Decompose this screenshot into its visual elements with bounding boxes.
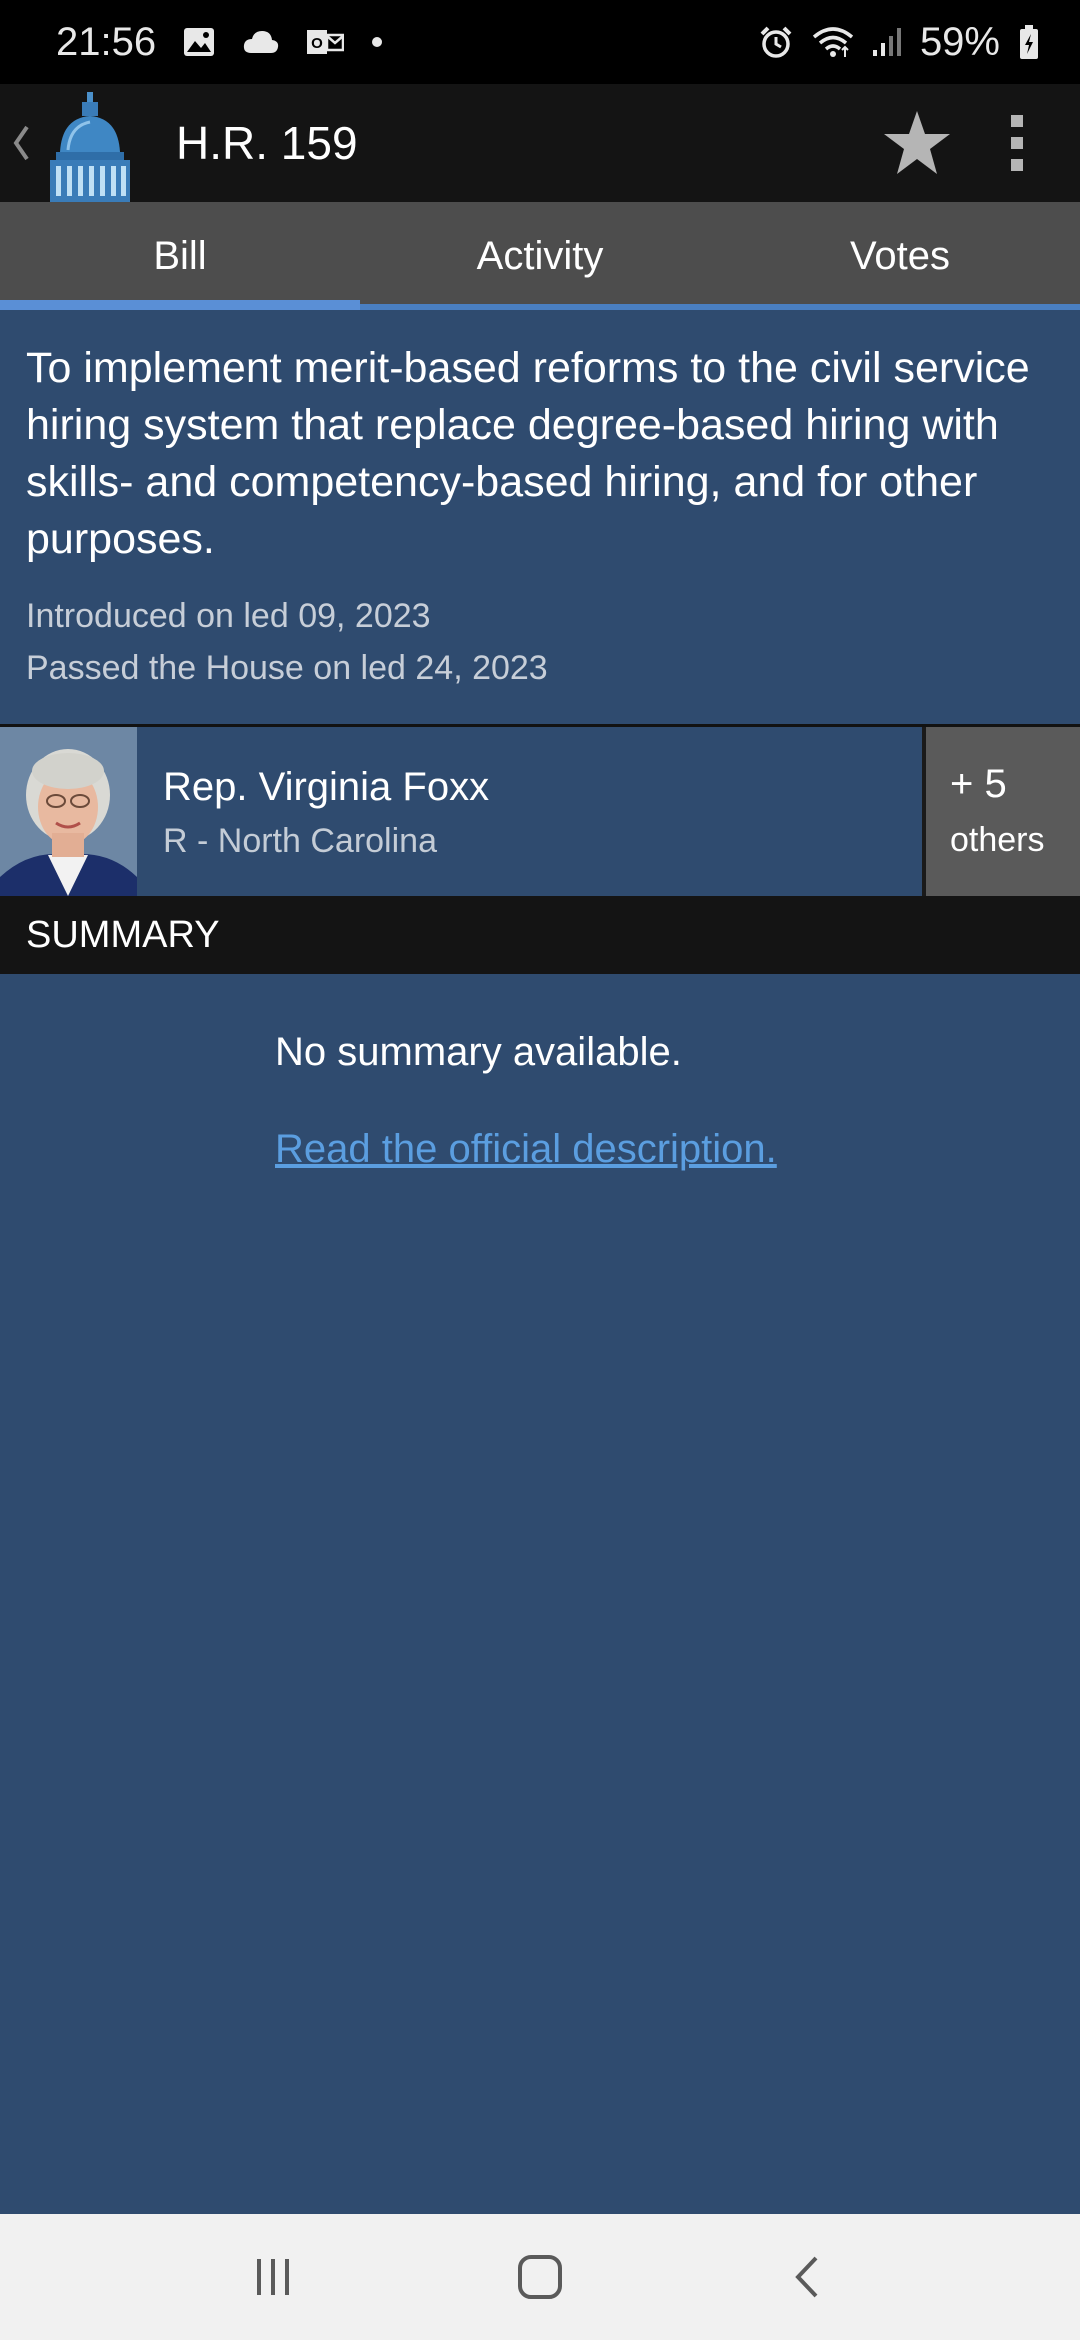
image-icon [182,25,216,59]
tab-label: Votes [849,233,951,278]
sponsor-party-state: R - North Carolina [163,821,437,860]
cosponsors-label: others [950,820,1045,859]
summary-header: SUMMARY [0,896,1080,974]
introduced-date: Introduced on led 09, 2023 [26,597,431,635]
app-title: H.R. 159 [176,117,358,169]
dot-icon [370,35,384,49]
summary-body: No summary available. Read the official … [275,1030,1055,1172]
capitol-logo-icon[interactable] [36,84,144,202]
tab-activity[interactable]: Activity [360,202,720,310]
app-bar: H.R. 159 [0,84,1080,202]
tab-label: Activity [476,233,604,278]
sponsor-avatar[interactable] [0,727,137,896]
battery-charging-icon [1018,24,1040,60]
tab-bill[interactable]: Bill [0,202,360,310]
tab-active-indicator [0,300,360,310]
system-nav-bar [0,2214,1080,2340]
recents-icon[interactable] [213,2227,333,2327]
sponsor-row[interactable]: Rep. Virginia Foxx R - North Carolina + … [0,724,1080,896]
passed-date: Passed the House on led 24, 2023 [26,649,548,687]
tab-bar: Bill Activity Votes [0,202,1080,310]
svg-text:O: O [311,35,323,52]
more-vert-icon[interactable] [972,84,1062,202]
alarm-icon [758,24,794,60]
tab-votes[interactable]: Votes [720,202,1080,310]
home-icon[interactable] [480,2227,600,2327]
sponsor-name: Rep. Virginia Foxx [163,764,490,809]
wifi-icon [812,25,854,59]
bill-info: To implement merit-based reforms to the … [0,310,1080,724]
star-icon[interactable] [862,84,972,202]
cloud-icon [242,27,280,57]
status-time: 21:56 [56,19,157,64]
cosponsors-button[interactable]: + 5 others [922,727,1080,896]
outlook-icon: O [306,26,345,58]
back-icon[interactable] [747,2227,867,2327]
bill-title: To implement merit-based reforms to the … [26,344,1030,563]
sponsor-info[interactable]: Rep. Virginia Foxx R - North Carolina [137,727,922,896]
battery-percent: 59% [919,19,1000,64]
status-bar: 21:56 O 59% [0,0,1080,84]
official-description-link[interactable]: Read the official description. [275,1127,777,1172]
signal-icon [872,26,902,58]
back-chevron-icon[interactable] [6,84,36,202]
tab-label: Bill [153,233,207,278]
cosponsors-count: + 5 [950,761,1007,806]
summary-text: No summary available. [275,1030,682,1074]
